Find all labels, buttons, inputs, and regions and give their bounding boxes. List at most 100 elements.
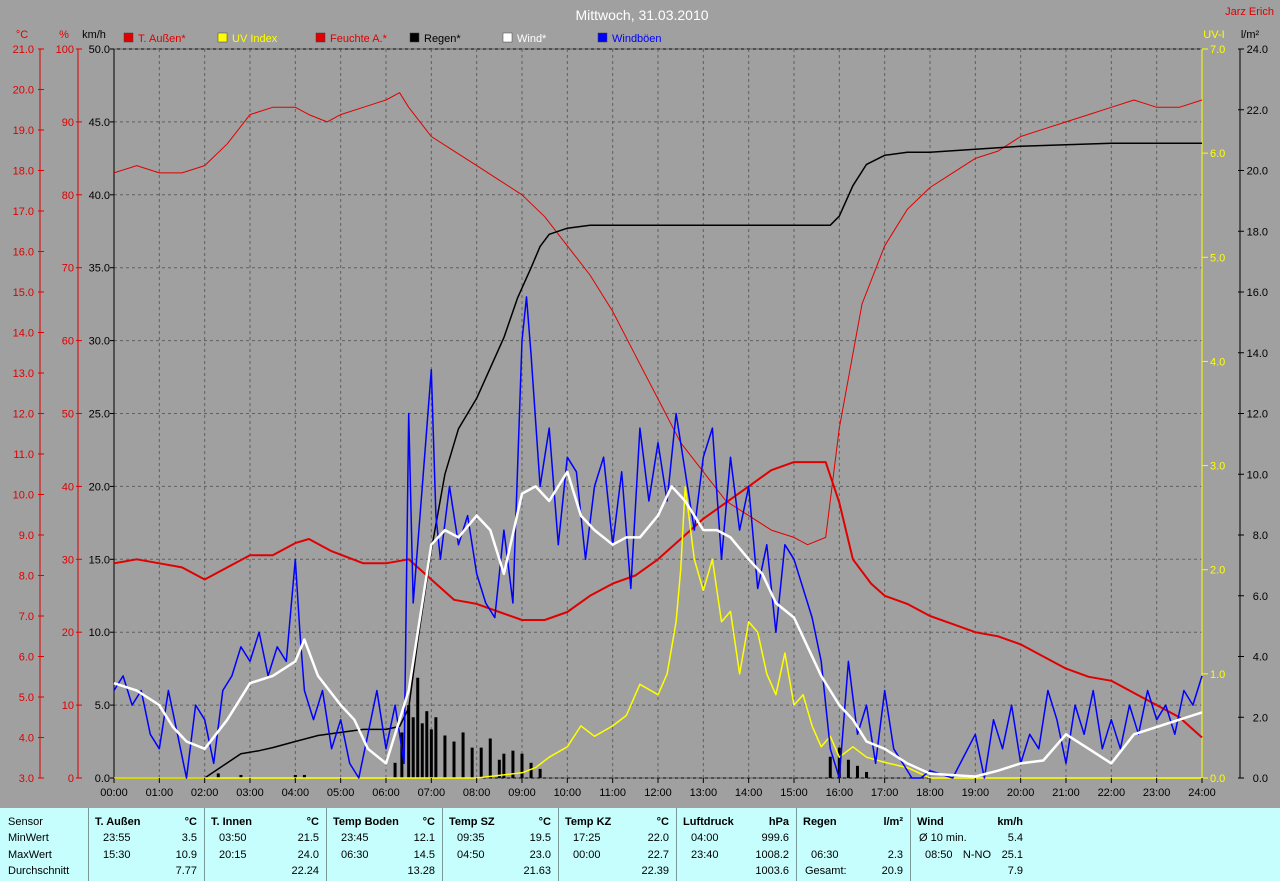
wind-tick-label: 10.0 [89, 627, 110, 639]
stats-sensor-name: Temp Boden [333, 816, 399, 828]
temp-tick-label: 4.0 [19, 733, 34, 745]
stats-sensor-name: T. Innen [211, 816, 252, 828]
stats-min-value: 19.5 [529, 832, 551, 844]
stats-column: Temp SZ °C 09:35 19.5 04:50 23.0 21.63 [442, 808, 559, 881]
rain-bar [865, 771, 869, 778]
stats-sensor-label: Sensor [8, 816, 43, 828]
wind-tick-label: 5.0 [95, 700, 110, 712]
stats-max-direction: N-NO [962, 849, 991, 861]
temp-tick-label: 9.0 [19, 530, 34, 542]
stats-sensor-name: T. Außen [95, 816, 141, 828]
temp-tick-label: 16.0 [13, 247, 34, 259]
stats-min-value: 3.5 [181, 832, 197, 844]
rain-tick-label: 12.0 [1247, 409, 1268, 421]
stats-column: T. Außen °C 23:55 3.5 15:30 10.9 7.77 [88, 808, 205, 881]
stats-avg-value: 21.63 [523, 865, 551, 877]
stats-sensor-name: Temp KZ [565, 816, 612, 828]
stats-min-label: MinWert [8, 832, 49, 844]
stats-max-time: 15:30 [103, 849, 131, 861]
uv-tick-label: 4.0 [1210, 356, 1225, 368]
stats-sensor-name: Regen [803, 816, 837, 828]
rain-tick-label: 8.0 [1253, 530, 1268, 542]
x-tick-label: 15:00 [780, 787, 808, 799]
x-tick-label: 13:00 [690, 787, 718, 799]
rain-tick-label: 16.0 [1247, 287, 1268, 299]
legend-swatch [597, 32, 608, 43]
stats-max-time: 00:00 [573, 849, 601, 861]
stats-panel: Sensor MinWert MaxWert Durchschnitt T. A… [0, 808, 1280, 881]
humidity-tick-label: 0 [68, 773, 74, 785]
uv-tick-label: 6.0 [1210, 148, 1225, 160]
stats-max-value: 24.0 [297, 849, 319, 861]
x-tick-label: 16:00 [826, 787, 854, 799]
stats-column: Regen l/m² 06:30 2.3 Gesamt: 20.9 [796, 808, 911, 881]
legend-swatch [123, 32, 134, 43]
stats-unit: l/m² [883, 816, 903, 828]
legend-swatch [502, 32, 513, 43]
stats-unit: °C [422, 816, 435, 828]
stats-labels: Sensor MinWert MaxWert Durchschnitt [0, 808, 88, 881]
stats-min-time: 23:55 [103, 832, 131, 844]
x-tick-label: 01:00 [146, 787, 174, 799]
stats-max-value: 2.3 [887, 849, 903, 861]
x-tick-label: 23:00 [1143, 787, 1171, 799]
x-tick-label: 08:00 [463, 787, 491, 799]
stats-avg-value: 1003.6 [755, 865, 789, 877]
rain-bar [470, 747, 474, 778]
temp-tick-label: 18.0 [13, 166, 34, 178]
uv-tick-label: 2.0 [1210, 565, 1225, 577]
chart-title: Mittwoch, 31.03.2010 [575, 7, 708, 23]
stats-avg-value: 22.39 [641, 865, 669, 877]
wind-tick-label: 20.0 [89, 481, 110, 493]
stats-column: Wind km/h Ø 10 min. 5.4 08:50 N-NO 25.1 7.9 [910, 808, 1031, 881]
x-tick-label: 05:00 [327, 787, 355, 799]
wind-tick-label: 40.0 [89, 190, 110, 202]
wind-axis-unit: km/h [82, 29, 106, 41]
stats-column: T. Innen °C 03:50 21.5 20:15 24.0 22.24 [204, 808, 327, 881]
rain-tick-label: 14.0 [1247, 348, 1268, 360]
x-tick-label: 04:00 [282, 787, 310, 799]
rain-tick-label: 4.0 [1253, 652, 1268, 664]
stats-unit: °C [538, 816, 551, 828]
rain-bar [538, 768, 542, 778]
stats-max-time: 04:50 [457, 849, 485, 861]
x-tick-label: 24:00 [1188, 787, 1216, 799]
rain-bar [520, 753, 524, 778]
humidity-tick-label: 70 [62, 263, 74, 275]
author-label: Jarz Erich [1225, 6, 1274, 18]
temp-tick-label: 13.0 [13, 368, 34, 380]
temp-tick-label: 6.0 [19, 652, 34, 664]
x-tick-label: 06:00 [372, 787, 400, 799]
stats-column: Temp Boden °C 23:45 12.1 06:30 14.5 13.28 [326, 808, 443, 881]
stats-unit: km/h [997, 816, 1023, 828]
weather-chart: Mittwoch, 31.03.2010 Jarz Erich °C % km/… [13, 6, 1274, 799]
stats-max-label: MaxWert [8, 849, 52, 861]
stats-unit: hPa [768, 816, 789, 828]
legend-label: Feuchte A.* [330, 33, 388, 45]
stats-min-time: 23:45 [341, 832, 369, 844]
rain-tick-label: 22.0 [1247, 105, 1268, 117]
stats-min-value: 999.6 [761, 832, 789, 844]
x-tick-label: 03:00 [236, 787, 264, 799]
legend-label: UV Index [232, 33, 278, 45]
stats-max-value: 23.0 [529, 849, 551, 861]
x-tick-label: 02:00 [191, 787, 219, 799]
x-tick-label: 10:00 [554, 787, 582, 799]
stats-min-time: 03:50 [219, 832, 247, 844]
stats-min-time: 04:00 [691, 832, 719, 844]
humidity-axis-unit: % [59, 29, 69, 41]
rain-tick-label: 2.0 [1253, 712, 1268, 724]
temp-tick-label: 15.0 [13, 287, 34, 299]
humidity-tick-label: 40 [62, 481, 74, 493]
temp-tick-label: 21.0 [13, 44, 34, 56]
wind-tick-label: 25.0 [89, 409, 110, 421]
x-tick-label: 20:00 [1007, 787, 1035, 799]
rain-bar [443, 735, 447, 778]
x-tick-label: 19:00 [962, 787, 990, 799]
rain-bar [828, 756, 832, 778]
temp-tick-label: 7.0 [19, 611, 34, 623]
temp-tick-label: 17.0 [13, 206, 34, 218]
rain-bar [425, 711, 429, 778]
uv-tick-label: 1.0 [1210, 669, 1225, 681]
rain-bar [461, 732, 465, 778]
